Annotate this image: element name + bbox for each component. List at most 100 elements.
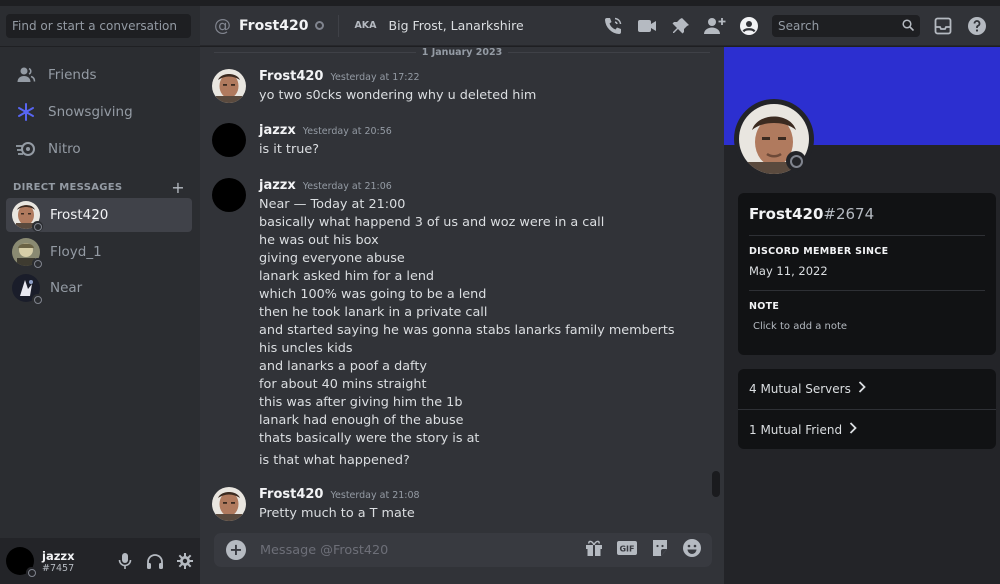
user-profile-panel: Frost420#2674 DISCORD MEMBER SINCE May 1… [724, 47, 1000, 584]
dm-header-label: DIRECT MESSAGES [13, 182, 123, 193]
member-since-label: DISCORD MEMBER SINCE [749, 246, 889, 257]
offline-status-icon [32, 258, 43, 269]
nav-item-label: Snowsgiving [48, 104, 133, 120]
channel-title: Frost420 [239, 17, 309, 34]
message-text: is it true? [259, 142, 319, 157]
search-placeholder: Search [778, 19, 820, 33]
message-timestamp: Yesterday at 17:22 [330, 72, 420, 83]
aka-names: Big Frost, Lanarkshire [388, 18, 524, 33]
dm-item-floyd[interactable]: Floyd_1 [6, 235, 192, 269]
avatar[interactable] [212, 123, 246, 157]
headphones-icon[interactable] [146, 552, 164, 570]
offline-status-icon [786, 151, 806, 171]
upload-plus-icon[interactable]: + [226, 540, 246, 560]
note-input[interactable]: Click to add a note [753, 321, 985, 332]
find-conversation-button[interactable]: Find or start a conversation [6, 14, 191, 38]
nav-item-snowsgiving[interactable]: Snowsgiving [8, 96, 192, 128]
pin-icon[interactable] [664, 12, 698, 40]
avatar[interactable] [212, 178, 246, 212]
mutual-servers-button[interactable]: 4 Mutual Servers [738, 369, 996, 409]
message-text: thats basically were the story is at [259, 431, 480, 446]
message-text: his uncles kids [259, 341, 353, 356]
message: jazzx Yesterday at 21:06 Near — Today at… [212, 178, 702, 470]
mutual-friends-label: 1 Mutual Friend [749, 422, 843, 437]
add-friends-to-dm-icon[interactable] [698, 12, 732, 40]
message-text: Pretty much to a T mate [259, 506, 415, 521]
gift-icon[interactable] [584, 538, 604, 562]
gif-label: GIF [619, 545, 634, 554]
message-input[interactable]: Message @Frost420 [260, 543, 584, 558]
note-label: NOTE [749, 301, 780, 312]
direct-messages-header: DIRECT MESSAGES + [13, 178, 185, 197]
message-text: and lanarks a poof a dafty [259, 359, 427, 374]
mutual-servers-label: 4 Mutual Servers [749, 382, 851, 396]
profile-divider [749, 290, 985, 291]
message-timestamp: Yesterday at 21:06 [302, 181, 392, 192]
voice-call-icon[interactable] [596, 12, 630, 40]
message-text: lanark asked him for a lend [259, 269, 435, 284]
profile-divider [749, 235, 985, 236]
header-divider [338, 14, 340, 37]
dm-item-label: Floyd_1 [50, 244, 102, 260]
microphone-icon[interactable] [116, 552, 134, 570]
chat-scrollbar[interactable] [712, 471, 720, 497]
mutuals-card: 4 Mutual Servers 1 Mutual Friend [738, 369, 996, 449]
avatar [12, 238, 43, 269]
dm-sidebar: Find or start a conversation Friends Sno… [0, 6, 200, 584]
offline-status-icon [32, 221, 43, 232]
inbox-icon[interactable] [926, 12, 960, 40]
message: Frost420 Yesterday at 17:22 yo two s0cks… [212, 69, 702, 105]
offline-status-icon [32, 294, 43, 305]
emoji-icon[interactable] [682, 538, 702, 562]
user-profile-icon[interactable] [732, 12, 766, 40]
message-author[interactable]: Frost420 [259, 487, 323, 502]
message-text: basically what happend 3 of us and woz w… [259, 215, 605, 230]
user-name: jazzx [42, 548, 75, 563]
user-info: jazzx #7457 [42, 549, 112, 574]
message-timestamp: Yesterday at 21:08 [330, 490, 420, 501]
gear-icon[interactable] [176, 552, 194, 570]
gif-icon[interactable]: GIF [616, 538, 638, 562]
nav-item-label: Friends [48, 67, 97, 83]
message-text: and started saying he was gonna stabs la… [259, 323, 675, 338]
create-dm-button[interactable]: + [171, 178, 185, 197]
search-input[interactable]: Search [772, 15, 920, 37]
message-author[interactable]: jazzx [259, 123, 296, 138]
message-text: lanark had enough of the abuse [259, 413, 464, 428]
profile-discriminator: #2674 [823, 205, 875, 223]
composer-tools: GIF [584, 538, 702, 562]
user-controls [116, 552, 194, 570]
aka-badge: AKA [354, 20, 377, 31]
help-icon[interactable] [960, 12, 994, 40]
dm-item-frost420[interactable]: Frost420 [6, 198, 192, 232]
snowflake-icon [14, 100, 38, 124]
nav-item-label: Nitro [48, 141, 81, 157]
avatar [12, 201, 43, 232]
message-text: then he took lanark in a private call [259, 305, 488, 320]
date-divider-label: 1 January 2023 [415, 47, 509, 58]
message-text: for about 40 mins straight [259, 377, 427, 392]
at-icon: @ [214, 15, 231, 36]
avatar[interactable] [212, 487, 246, 521]
message-text: he was out his box [259, 233, 379, 248]
message-author[interactable]: Frost420 [259, 69, 323, 84]
video-call-icon[interactable] [630, 12, 664, 40]
message: jazzx Yesterday at 20:56 is it true? [212, 123, 702, 159]
chevron-right-icon [849, 421, 857, 438]
nav-item-friends[interactable]: Friends [8, 59, 192, 91]
dm-item-near[interactable]: Near [6, 271, 192, 305]
mutual-friends-button[interactable]: 1 Mutual Friend [738, 409, 996, 449]
search-icon [902, 18, 915, 34]
avatar[interactable] [6, 547, 37, 578]
chevron-right-icon [858, 381, 866, 397]
dm-item-label: Near [50, 280, 83, 296]
profile-username: Frost420#2674 [749, 205, 985, 223]
offline-status-icon [315, 21, 325, 30]
sidebar-divider [0, 46, 200, 47]
nav-item-nitro[interactable]: Nitro [8, 133, 192, 165]
message-author[interactable]: jazzx [259, 178, 296, 193]
message-composer[interactable]: + Message @Frost420 GIF [214, 533, 712, 567]
sticker-icon[interactable] [650, 538, 670, 562]
message-text: Near — Today at 21:00 [259, 197, 406, 212]
avatar[interactable] [212, 69, 246, 103]
